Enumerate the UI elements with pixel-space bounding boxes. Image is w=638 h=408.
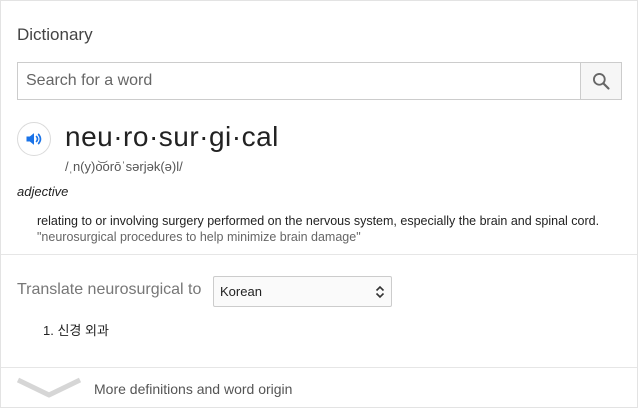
search-button[interactable] <box>580 63 621 99</box>
search-icon <box>593 73 610 90</box>
usage-example: "neurosurgical procedures to help minimi… <box>37 230 361 244</box>
translate-label: Translate neurosurgical to <box>17 281 202 298</box>
expand-button[interactable] <box>15 377 83 406</box>
select-arrows-icon <box>375 285 385 298</box>
footer-divider <box>1 367 637 368</box>
panel-title: Dictionary <box>17 25 93 44</box>
search-bar <box>17 62 622 100</box>
pronunciation-audio-button[interactable] <box>17 122 51 156</box>
section-divider <box>1 254 637 255</box>
headword: neu·ro·sur·gi·cal <box>65 121 279 152</box>
selected-language: Korean <box>220 284 262 299</box>
chevron-down-icon <box>16 377 82 398</box>
speaker-icon <box>26 133 42 145</box>
search-input[interactable] <box>18 63 580 99</box>
translation-text: 신경 외과 <box>57 323 109 338</box>
translation-number: 1. <box>43 323 54 338</box>
phonetic-transcription: /ˌn(y)o͝orōˈsərjək(ə)l/ <box>65 159 183 174</box>
more-definitions-link[interactable]: More definitions and word origin <box>94 381 292 397</box>
translation-result: 1. 신경 외과 <box>43 320 109 339</box>
language-select[interactable]: Korean <box>213 276 392 307</box>
part-of-speech: adjective <box>17 184 69 199</box>
definition: relating to or involving surgery perform… <box>37 214 600 228</box>
dictionary-card: Dictionary neu·ro·sur·gi·cal /ˌn(y)o͝orō… <box>0 0 638 408</box>
